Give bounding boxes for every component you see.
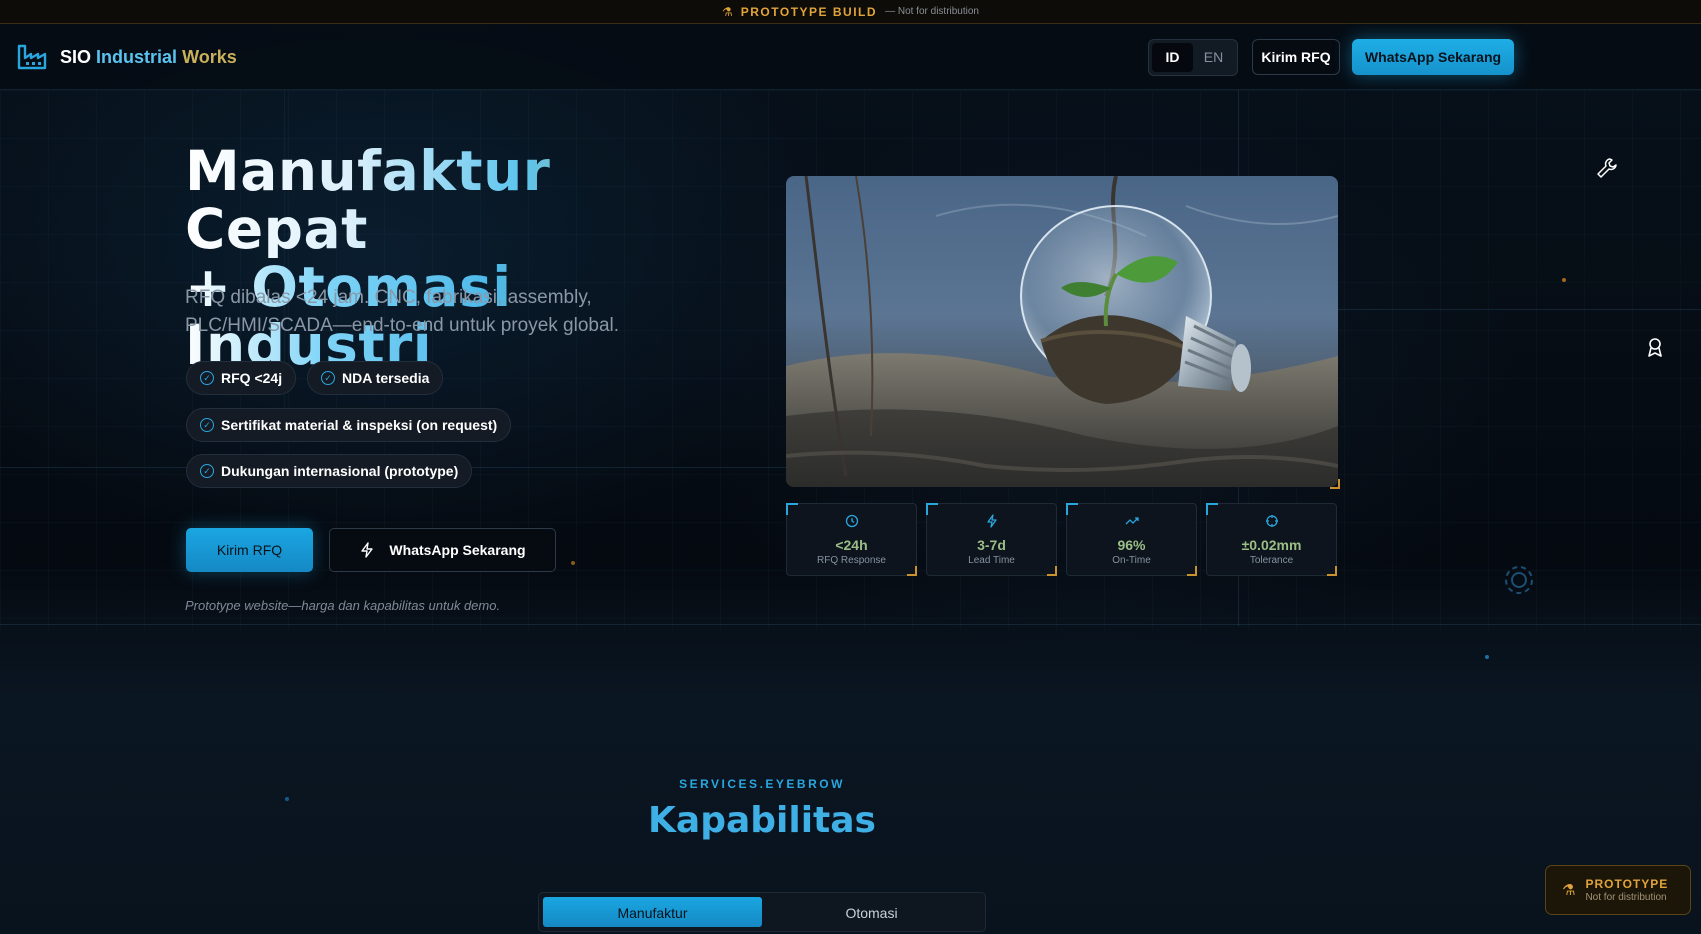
- glow-dot: [1562, 278, 1566, 282]
- brand-name: SIO Industrial Works: [60, 47, 237, 68]
- check-circle-icon: ✓: [321, 371, 335, 385]
- stat-corner-accent: [1327, 566, 1337, 576]
- hero-title-word: Manufaktur: [185, 139, 551, 203]
- feature-chip: ✓ Sertifikat material & inspeksi (on req…: [186, 408, 512, 442]
- feature-chip-label: NDA tersedia: [342, 370, 430, 386]
- trend-up-icon: [1067, 514, 1196, 530]
- lightbulb-plant-image: [786, 176, 1338, 487]
- flask-icon: ⚗: [1562, 882, 1576, 899]
- hero-title-line-1: Manufaktur Cepat: [185, 142, 745, 258]
- services-eyebrow: SERVICES.EYEBROW: [679, 777, 845, 791]
- prototype-badge-subtitle: Not for distribution: [1585, 892, 1667, 903]
- hero-title-word: Cepat: [185, 197, 368, 261]
- check-circle-icon: ✓: [200, 371, 214, 385]
- brand-word-2: Industrial: [96, 46, 178, 67]
- header-rfq-button[interactable]: Kirim RFQ: [1252, 39, 1340, 75]
- page-root: ⚗ PROTOTYPE BUILD — Not for distribution…: [0, 0, 1701, 934]
- stat-corner-accent: [907, 566, 917, 576]
- brand-logo[interactable]: SIO Industrial Works: [16, 41, 237, 73]
- stat-label: RFQ Response: [817, 555, 886, 566]
- flask-icon: ⚗: [722, 4, 733, 19]
- bolt-icon: [361, 542, 374, 558]
- glow-dot: [1485, 655, 1489, 659]
- stat-value: 3-7d: [977, 537, 1006, 553]
- services-title: Kapabilitas: [648, 800, 876, 841]
- language-switcher: ID EN: [1148, 39, 1238, 76]
- feature-chip-label: Sertifikat material & inspeksi (on reque…: [221, 417, 498, 433]
- crosshair-icon: [1207, 514, 1336, 530]
- feature-chip: ✓ NDA tersedia: [307, 361, 444, 395]
- tab-otomasi[interactable]: Otomasi: [762, 897, 981, 927]
- hero-subtitle: RFQ dibalas <24 jam. CNC, fabrikasi, ass…: [185, 287, 620, 336]
- award-icon: [1646, 337, 1664, 364]
- stat-corner-accent: [1187, 566, 1197, 576]
- wrench-icon: [1596, 157, 1618, 184]
- prototype-note: Prototype website—harga dan kapabilitas …: [185, 598, 501, 613]
- glow-dot: [571, 561, 575, 565]
- stat-corner-accent: [1047, 566, 1057, 576]
- prototype-banner-title: PROTOTYPE BUILD: [740, 4, 878, 19]
- stat-card: <24h RFQ Response: [786, 503, 917, 576]
- bolt-icon: [927, 514, 1056, 530]
- prototype-banner-subtitle: — Not for distribution: [885, 6, 979, 17]
- prototype-badge-title: PROTOTYPE: [1585, 877, 1669, 891]
- stat-value: 96%: [1117, 537, 1146, 553]
- factory-icon: [17, 44, 47, 70]
- gear-icon: [1500, 561, 1538, 604]
- tab-manufaktur[interactable]: Manufaktur: [543, 897, 762, 927]
- hero-whatsapp-button[interactable]: WhatsApp Sekarang: [329, 528, 556, 572]
- stat-label: Lead Time: [968, 555, 1015, 566]
- feature-chip: ✓ Dukungan internasional (prototype): [186, 454, 473, 488]
- brand-word-3: Works: [182, 46, 237, 67]
- prototype-badge-text: PROTOTYPE Not for distribution: [1585, 877, 1668, 903]
- stat-card: 96% On-Time: [1066, 503, 1197, 576]
- prototype-banner: ⚗ PROTOTYPE BUILD — Not for distribution: [0, 0, 1701, 24]
- image-corner-accent: [1330, 479, 1340, 489]
- site-header: SIO Industrial Works ID EN Kirim RFQ Wha…: [0, 24, 1701, 90]
- feature-chip-label: Dukungan internasional (prototype): [221, 463, 459, 479]
- stat-value: ±0.02mm: [1241, 537, 1302, 553]
- check-circle-icon: ✓: [200, 418, 214, 432]
- stat-label: On-Time: [1112, 555, 1151, 566]
- brand-word-1: SIO: [60, 46, 92, 67]
- lang-id-button[interactable]: ID: [1152, 43, 1193, 72]
- services-tabs: Manufaktur Otomasi: [538, 892, 986, 932]
- stat-card: 3-7d Lead Time: [926, 503, 1057, 576]
- hero-rfq-button[interactable]: Kirim RFQ: [186, 528, 313, 572]
- clock-icon: [787, 514, 916, 530]
- hero-whatsapp-label: WhatsApp Sekarang: [389, 542, 526, 558]
- stat-label: Tolerance: [1249, 555, 1294, 566]
- hero-image: [786, 176, 1338, 487]
- grid-line: [0, 624, 1701, 625]
- prototype-badge: ⚗ PROTOTYPE Not for distribution: [1545, 865, 1691, 915]
- stat-value: <24h: [835, 537, 868, 553]
- check-circle-icon: ✓: [200, 464, 214, 478]
- feature-chip: ✓ RFQ <24j: [186, 361, 297, 395]
- stat-card: ±0.02mm Tolerance: [1206, 503, 1337, 576]
- header-whatsapp-button[interactable]: WhatsApp Sekarang: [1352, 39, 1514, 75]
- feature-chip-label: RFQ <24j: [221, 370, 283, 386]
- lang-en-button[interactable]: EN: [1193, 43, 1234, 72]
